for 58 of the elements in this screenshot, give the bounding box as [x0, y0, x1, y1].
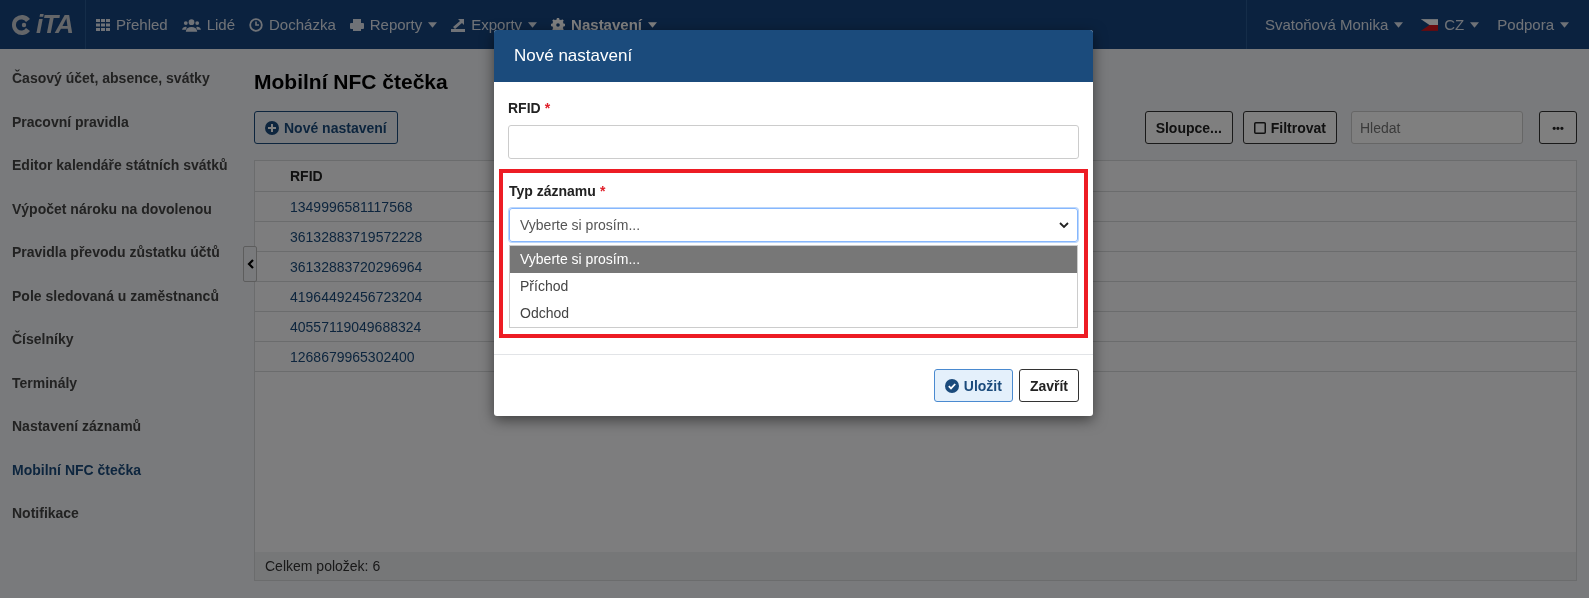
sidebar-item[interactable]: Notifikace	[0, 497, 244, 529]
sidebar-item[interactable]: Výpočet nároku na dovolenou	[0, 192, 244, 225]
column-header: RFID	[290, 168, 323, 184]
table-cell[interactable]: 1349996581117568	[290, 198, 413, 215]
close-button[interactable]: Zavřít	[1018, 369, 1079, 402]
required-mark: *	[599, 183, 606, 199]
people-icon	[181, 17, 201, 32]
sidebar-item[interactable]: Editor kalendáře státních svátků	[0, 149, 244, 181]
columns-button[interactable]: Sloupce...	[1144, 111, 1233, 144]
chevron-down-icon	[1059, 221, 1069, 229]
total-count: Celkem položek: 6	[265, 558, 381, 574]
dropdown-option[interactable]: Vyberte si prosím...	[510, 246, 1077, 273]
table-cell[interactable]: 40557119049688324	[290, 318, 422, 335]
rfid-input[interactable]	[508, 125, 1079, 159]
sidebar-item[interactable]: Časový účet, absence, svátky	[0, 62, 244, 94]
more-button[interactable]: •••	[1539, 111, 1577, 144]
collapse-sidebar-button[interactable]	[243, 246, 257, 282]
dropdown-option[interactable]: Odchod	[510, 300, 1077, 327]
export-icon	[451, 17, 466, 32]
sidebar-item[interactable]: Mobilní NFC čtečka	[0, 453, 244, 486]
select-field[interactable]: Vyberte si prosím...	[509, 208, 1078, 242]
chevron-left-icon	[246, 259, 254, 269]
table-cell[interactable]: 36132883720296964	[290, 258, 423, 275]
sidebar-item[interactable]: Nastavení záznamů	[0, 410, 244, 442]
nav-menu-item[interactable]: Exporty	[451, 16, 538, 33]
search-field[interactable]: Hledat	[1351, 111, 1523, 144]
new-setting-button[interactable]: Nové nastavení	[254, 111, 398, 144]
dropdown-option[interactable]: Příchod	[510, 273, 1077, 300]
check-circle-icon	[944, 378, 959, 393]
plus-circle-icon	[265, 120, 279, 135]
sidebar-item[interactable]: Pole sledovaná u zaměstnanců	[0, 279, 244, 312]
nav-menu-item[interactable]: CZ	[1421, 16, 1480, 33]
sidebar-item[interactable]: Pravidla převodu zůstatku účtů	[0, 236, 244, 268]
flag-icon	[1421, 18, 1439, 31]
table-cell[interactable]: 41964492456723204	[290, 288, 423, 305]
table-cell[interactable]: 36132883719572228	[290, 228, 423, 245]
printer-icon	[349, 17, 364, 32]
nav-menu-item[interactable]: Reporty	[349, 16, 438, 33]
table-cell[interactable]: 1268679965302400	[290, 348, 415, 365]
clock-icon	[249, 17, 263, 32]
field-label: Typ záznamu	[509, 183, 596, 199]
grid-icon	[95, 17, 110, 32]
nav-menu-item[interactable]: Podpora	[1497, 16, 1569, 33]
dialog-title: Nové nastavení	[514, 46, 633, 66]
nav-menu-item[interactable]: Svatoňová Monika	[1264, 16, 1404, 33]
nav-menu-item[interactable]: Docházka	[249, 16, 336, 33]
sidebar-item[interactable]: Číselníky	[0, 323, 244, 355]
nav-menu-item[interactable]: Nastavení	[551, 16, 657, 33]
nav-menu-item[interactable]: Přehled	[95, 16, 168, 33]
page-title: Mobilní NFC čtečka	[254, 69, 449, 95]
sidebar-item[interactable]: Terminály	[0, 366, 244, 399]
filter-button[interactable]: Filtrovat	[1242, 111, 1337, 144]
nav-menu-item[interactable]: Lidé	[181, 16, 235, 33]
logo-text: iTA	[36, 9, 73, 40]
required-mark: *	[544, 100, 551, 116]
field-label: RFID	[508, 100, 541, 116]
save-button[interactable]: Uložit	[933, 369, 1013, 402]
sidebar-item[interactable]: Pracovní pravidla	[0, 105, 244, 138]
